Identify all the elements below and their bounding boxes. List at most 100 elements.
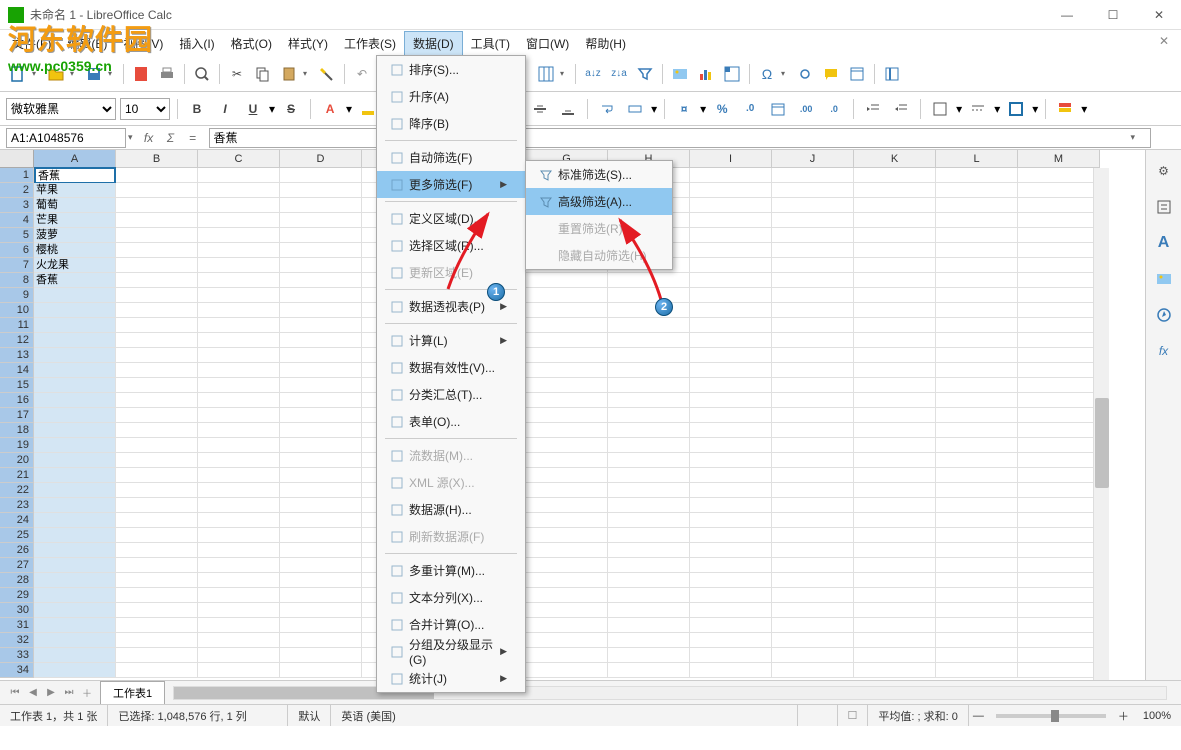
cell[interactable]	[116, 363, 198, 378]
open-button[interactable]	[44, 62, 68, 86]
row-header[interactable]: 19	[0, 438, 34, 453]
cell[interactable]	[526, 423, 608, 438]
row-header[interactable]: 6	[0, 243, 34, 258]
cell[interactable]: 菠萝	[34, 228, 116, 243]
cell[interactable]	[690, 588, 772, 603]
cell[interactable]	[526, 663, 608, 678]
cell[interactable]	[772, 393, 854, 408]
cell[interactable]	[854, 573, 936, 588]
cell[interactable]	[772, 513, 854, 528]
document-close-icon[interactable]: ✕	[1159, 34, 1169, 48]
cell[interactable]	[936, 513, 1018, 528]
cell[interactable]	[280, 213, 362, 228]
cell[interactable]	[854, 363, 936, 378]
cell[interactable]	[198, 543, 280, 558]
column-header[interactable]: D	[280, 150, 362, 168]
cell[interactable]	[198, 438, 280, 453]
cell[interactable]	[1018, 363, 1100, 378]
cell[interactable]	[198, 468, 280, 483]
increase-indent-button[interactable]	[861, 97, 885, 121]
menu-help[interactable]: 帮助(H)	[577, 32, 634, 55]
cell[interactable]	[280, 348, 362, 363]
cell[interactable]	[854, 243, 936, 258]
cell[interactable]	[690, 213, 772, 228]
cell[interactable]	[280, 288, 362, 303]
row-header[interactable]: 3	[0, 198, 34, 213]
cell[interactable]	[116, 528, 198, 543]
column-header[interactable]: C	[198, 150, 280, 168]
row-header[interactable]: 28	[0, 573, 34, 588]
cell[interactable]	[690, 498, 772, 513]
cell[interactable]	[608, 273, 690, 288]
cell[interactable]	[936, 648, 1018, 663]
status-selection-mode[interactable]: ☐	[838, 705, 869, 726]
cell[interactable]	[34, 498, 116, 513]
sum-button[interactable]: Σ	[161, 128, 181, 148]
cell[interactable]	[526, 603, 608, 618]
first-sheet-button[interactable]: ⏮	[6, 687, 24, 698]
remove-decimal-button[interactable]: .0	[822, 97, 846, 121]
cell[interactable]	[1018, 213, 1100, 228]
row-header[interactable]: 5	[0, 228, 34, 243]
cell[interactable]	[1018, 618, 1100, 633]
cell[interactable]	[116, 348, 198, 363]
cell[interactable]	[690, 603, 772, 618]
cell[interactable]	[772, 288, 854, 303]
cell[interactable]	[936, 393, 1018, 408]
undo-button[interactable]: ↶	[350, 62, 374, 86]
cell[interactable]: 香蕉	[34, 273, 116, 288]
cell[interactable]	[772, 453, 854, 468]
cell[interactable]	[772, 468, 854, 483]
cell[interactable]: 葡萄	[34, 198, 116, 213]
paste-button[interactable]	[277, 62, 301, 86]
cell[interactable]: 樱桃	[34, 243, 116, 258]
cell[interactable]	[34, 528, 116, 543]
cell[interactable]	[280, 318, 362, 333]
cell[interactable]	[198, 348, 280, 363]
cell[interactable]	[772, 198, 854, 213]
menu-item[interactable]: 合并计算(O)...	[377, 611, 525, 638]
cell[interactable]	[772, 573, 854, 588]
cell[interactable]	[690, 288, 772, 303]
cell[interactable]	[772, 168, 854, 183]
cell[interactable]	[854, 318, 936, 333]
cell[interactable]	[526, 648, 608, 663]
cell[interactable]	[280, 423, 362, 438]
decrease-indent-button[interactable]	[889, 97, 913, 121]
menu-item[interactable]: 多重计算(M)...	[377, 557, 525, 584]
cell[interactable]	[34, 348, 116, 363]
cell[interactable]	[198, 633, 280, 648]
cell[interactable]	[690, 198, 772, 213]
cell[interactable]	[280, 453, 362, 468]
cell[interactable]	[34, 603, 116, 618]
cell[interactable]	[116, 663, 198, 678]
cell[interactable]	[1018, 498, 1100, 513]
cell[interactable]	[936, 168, 1018, 183]
cell[interactable]	[936, 213, 1018, 228]
cell[interactable]	[34, 453, 116, 468]
cell[interactable]	[198, 198, 280, 213]
cell[interactable]	[608, 303, 690, 318]
cell[interactable]	[854, 273, 936, 288]
cell[interactable]	[34, 663, 116, 678]
cell[interactable]	[854, 663, 936, 678]
cell[interactable]	[34, 438, 116, 453]
status-lang[interactable]: 英语 (美国)	[331, 705, 797, 726]
cell[interactable]	[854, 648, 936, 663]
header-footer-button[interactable]	[845, 62, 869, 86]
cell[interactable]	[34, 303, 116, 318]
cell[interactable]	[936, 258, 1018, 273]
status-insert[interactable]	[798, 705, 838, 726]
cell[interactable]	[526, 393, 608, 408]
cell[interactable]	[34, 393, 116, 408]
cell[interactable]	[772, 423, 854, 438]
cell[interactable]	[280, 618, 362, 633]
autofilter-button[interactable]	[633, 62, 657, 86]
cell[interactable]	[854, 453, 936, 468]
row-header[interactable]: 11	[0, 318, 34, 333]
cell[interactable]	[936, 363, 1018, 378]
column-button[interactable]	[534, 62, 558, 86]
function-wizard-button[interactable]: fx	[139, 128, 159, 148]
cell[interactable]	[936, 273, 1018, 288]
cell[interactable]	[690, 363, 772, 378]
